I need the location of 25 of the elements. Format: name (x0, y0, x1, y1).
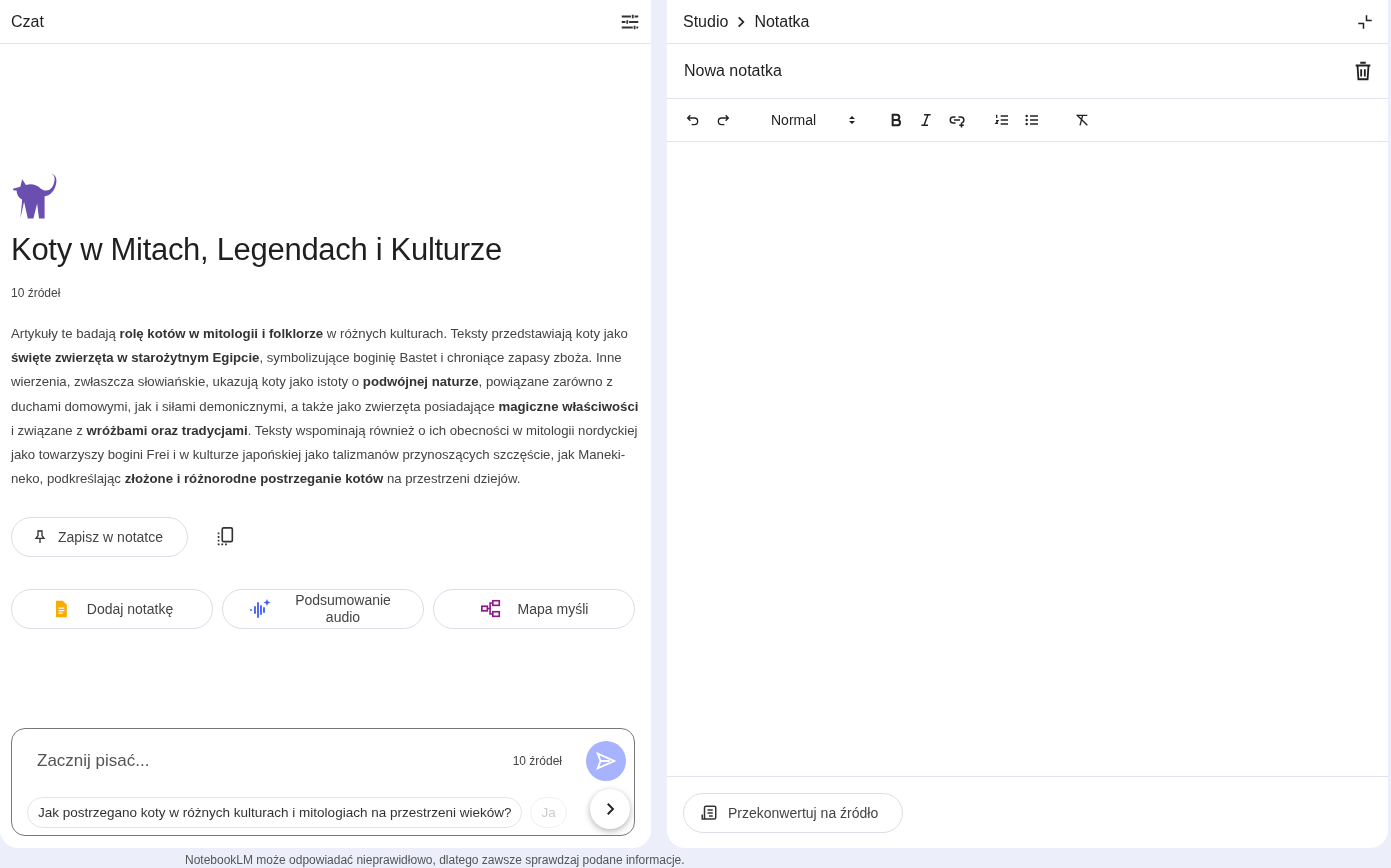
note-title[interactable]: Nowa notatka (684, 62, 782, 80)
numbered-list-icon (994, 112, 1011, 128)
bullet-list-icon (1024, 112, 1041, 128)
convert-to-source-button[interactable]: Przekonwertuj na źródło (683, 792, 904, 833)
panel-title: Czat (11, 12, 44, 31)
action-button[interactable]: Mapa myśli (433, 589, 635, 630)
pin-icon (32, 529, 48, 546)
action-button[interactable]: Podsumowanie audio (222, 589, 424, 630)
action-button[interactable]: Dodaj notatkę (11, 589, 213, 630)
summary-text: Artykuły te badają rolę kotów w mitologii i folklorze w różnych kulturach. Teksty przedstawiają koty jako święte zwierzęta w starożytnym Egipcie, symbolizujące boginię Bastet i chroniące zapasy zboża. Inne wierzenia, zwłaszcza słowiańskie, ukazują koty jako istoty o podwójnej naturze, powiązane zarówno z duchami domowymi, jak i siłami demonicznymi, a także jako zwierzęta posiadające magiczne właściwości i związane z wróżbami oraz tradycjami. Teksty wspominają również o ich obecności w mitologii nordyckiej jako towarzyszy bogini Frei i w kulturze japońskiej jako talizmanów przynoszących szczęście, jak Maneki-neko, podkreślając złożone i różnorodne postrzeganie kotów na przestrzeni dziejów. (11, 325, 639, 489)
send-icon (595, 750, 617, 772)
chat-input[interactable]: Zacznij pisać... (35, 750, 513, 772)
source-count: 10 źródeł (11, 286, 62, 300)
source-count: 10 źródeł (512, 754, 562, 768)
breadcrumb-item: Notatka (754, 12, 810, 31)
convert-icon (700, 803, 718, 822)
undo-icon (685, 112, 701, 128)
format-dropdown[interactable]: Normal (765, 111, 865, 129)
collapse-icon (1356, 12, 1374, 31)
suggestion-chip[interactable]: Jak postrzegano koty w różnych kulturach i mitologiach na przestrzeni wieków? (27, 797, 523, 828)
redo-icon (715, 112, 731, 128)
disclaimer-text: NotebookLM może odpowiadać nieprawidłowo, dlatego zawsze sprawdzaj podane informacje. (185, 853, 685, 867)
save-to-note-button[interactable]: Zapisz w notatce (11, 517, 189, 558)
notebook-title: Koty w Mitach, Legendach i Kulturze (11, 232, 503, 268)
breadcrumb-item[interactable]: Studio (683, 12, 729, 31)
